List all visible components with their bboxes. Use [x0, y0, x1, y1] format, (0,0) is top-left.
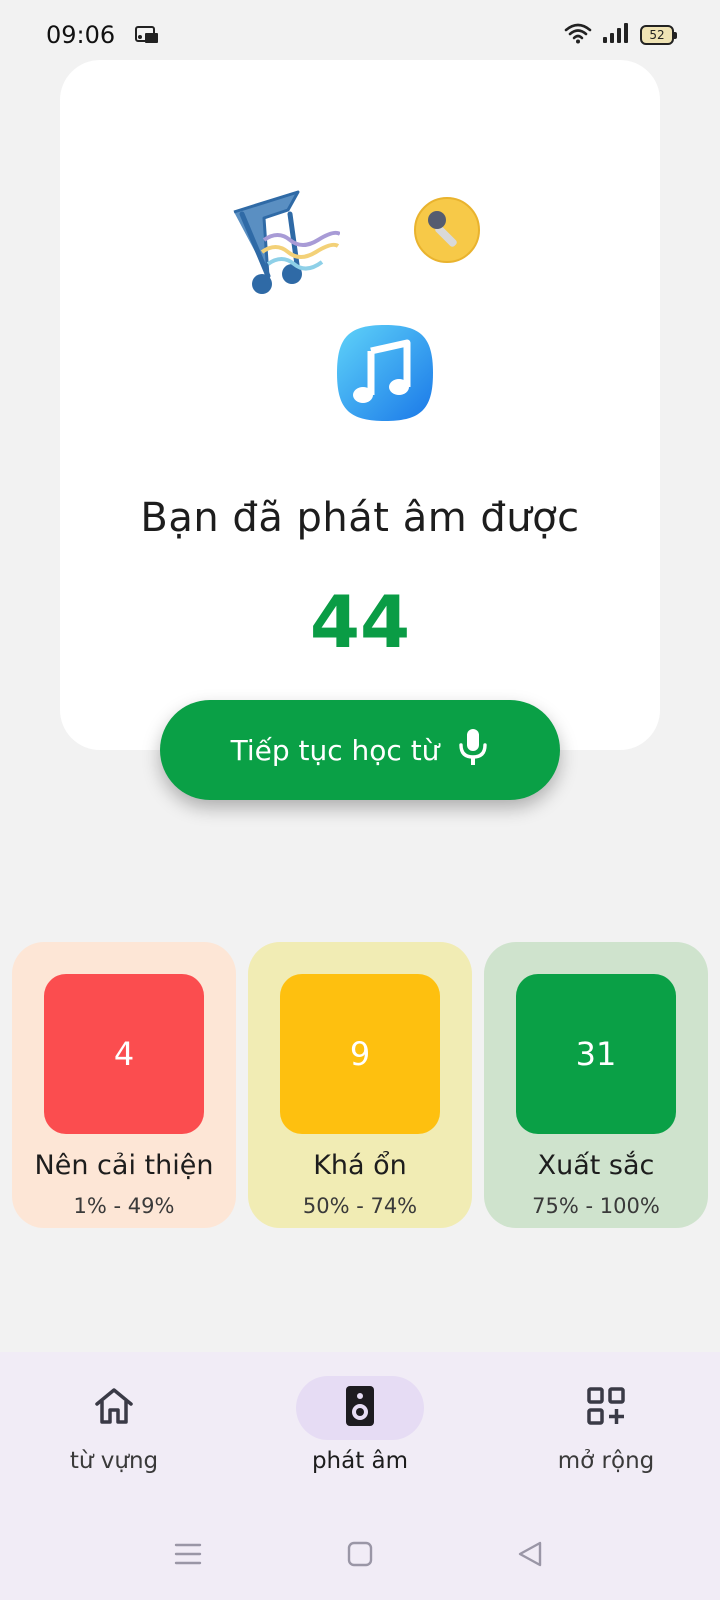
stat-count: 9 [280, 974, 440, 1134]
bottom-navigation: từ vựng phát âm mở rộng [0, 1352, 720, 1600]
pronunciation-stats: 4 Nên cải thiện 1% - 49% 9 Khá ổn 50% - … [12, 942, 708, 1228]
pronounced-count-title: Bạn đã phát âm được [140, 495, 580, 541]
home-icon [93, 1386, 135, 1430]
nav-label: mở rộng [557, 1448, 655, 1474]
signal-icon [602, 22, 630, 48]
nav-item-extensions[interactable]: mở rộng [506, 1376, 706, 1506]
continue-learning-button[interactable]: Tiếp tục học từ [160, 700, 560, 800]
apps-add-icon [586, 1386, 626, 1430]
home-square-icon[interactable] [346, 1540, 374, 1572]
stat-range: 75% - 100% [532, 1194, 660, 1218]
stat-count: 31 [516, 974, 676, 1134]
stat-count: 4 [44, 974, 204, 1134]
microphone-badge-icon [412, 195, 482, 269]
stat-label: Nên cải thiện [34, 1150, 214, 1181]
nav-label: phát âm [311, 1448, 409, 1474]
stat-label: Khá ổn [313, 1150, 407, 1181]
stat-range: 1% - 49% [73, 1194, 175, 1218]
music-notes-wave-icon [228, 190, 342, 304]
wifi-icon [564, 22, 592, 48]
nav-label: từ vựng [69, 1448, 159, 1474]
stat-range: 50% - 74% [302, 1194, 418, 1218]
menu-icon[interactable] [174, 1540, 202, 1572]
continue-learning-label: Tiếp tục học từ [230, 733, 440, 767]
pronounced-count-value: 44 [309, 580, 411, 664]
music-app-icon [335, 323, 435, 427]
nav-item-pronunciation[interactable]: phát âm [260, 1376, 460, 1506]
stat-label: Xuất sắc [537, 1150, 655, 1181]
system-navigation-bar [0, 1520, 720, 1590]
stat-card-fairly-good[interactable]: 9 Khá ổn 50% - 74% [248, 942, 472, 1228]
speaker-icon [345, 1385, 375, 1431]
nav-item-vocabulary[interactable]: từ vựng [14, 1376, 214, 1506]
nav-pill [542, 1376, 670, 1440]
stat-card-needs-improvement[interactable]: 4 Nên cải thiện 1% - 49% [12, 942, 236, 1228]
cast-icon [135, 25, 159, 45]
back-triangle-icon[interactable] [516, 1540, 544, 1572]
battery-indicator: 52 [640, 25, 677, 45]
nav-pill-active [296, 1376, 424, 1440]
stat-card-excellent[interactable]: 31 Xuất sắc 75% - 100% [484, 942, 708, 1228]
status-time: 09:06 [46, 21, 116, 49]
microphone-icon [457, 727, 489, 774]
nav-pill [50, 1376, 178, 1440]
